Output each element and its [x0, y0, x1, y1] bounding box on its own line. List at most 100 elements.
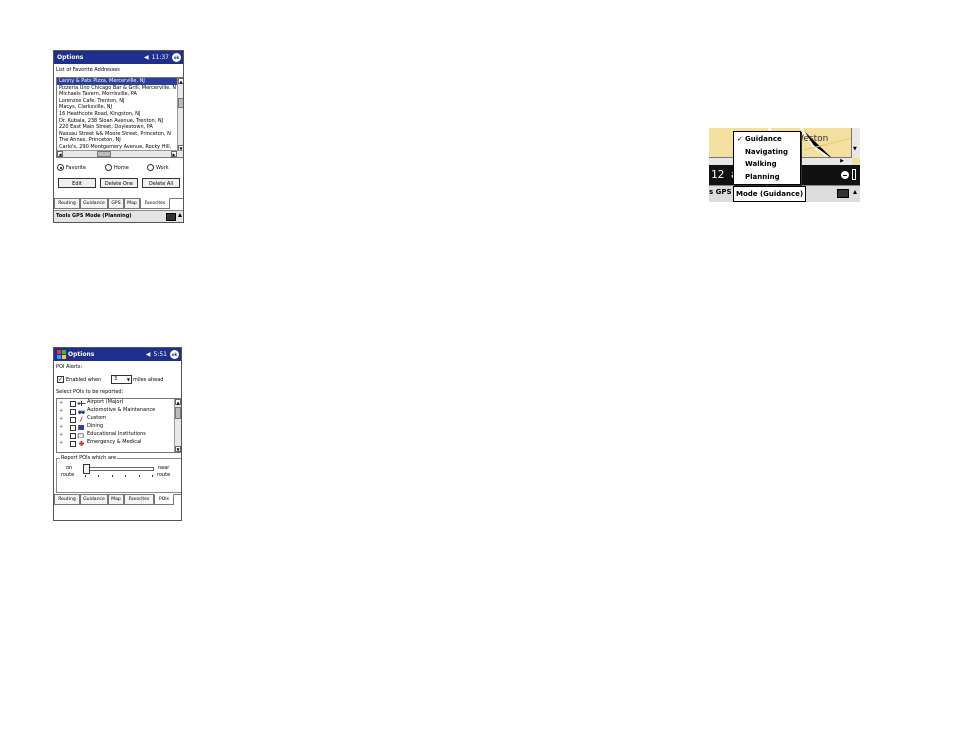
list-item[interactable]: Pizzeria Uno Chicago Bar & Grill, Mercer… — [57, 85, 177, 92]
scroll-right-icon[interactable]: ▶ — [840, 158, 844, 165]
tab-strip: Routing Guidance Map Favorites POIs — [54, 494, 181, 506]
enabled-label: Enabled when — [66, 377, 102, 383]
tab-favorites[interactable]: Favorites — [124, 494, 154, 505]
title-bar: Options ◀ 5:51 ok — [54, 348, 181, 361]
slider-thumb[interactable] — [83, 464, 90, 474]
menu-item-guidance[interactable]: ✓ Guidance — [734, 133, 800, 146]
scroll-down-icon[interactable]: ▼ — [175, 446, 181, 452]
tab-map[interactable]: Map — [124, 198, 140, 209]
chevron-down-icon: ▼ — [126, 377, 130, 382]
map-vertical-scrollbar[interactable]: ▼ — [851, 128, 860, 158]
horizontal-scrollbar[interactable]: ◀ ▶ — [57, 150, 183, 157]
ok-button[interactable]: ok — [172, 53, 181, 62]
expand-icon[interactable]: + — [59, 440, 63, 446]
slider-track[interactable] — [85, 467, 154, 471]
scroll-thumb-horizontal[interactable] — [97, 151, 111, 157]
list-item[interactable]: The Annex, Princeton, NJ — [57, 137, 177, 144]
menu-item-navigating[interactable]: Navigating — [734, 146, 800, 159]
input-arrow-icon[interactable] — [853, 190, 857, 194]
windows-flag-icon[interactable] — [57, 350, 66, 359]
scroll-up-icon[interactable]: ▲ — [178, 78, 183, 84]
input-arrow-icon[interactable] — [178, 213, 182, 217]
command-bar-text[interactable]: Tools GPS Mode (Planning) — [56, 213, 132, 219]
poi-checkbox[interactable] — [70, 433, 76, 439]
poi-item[interactable]: Emergency & Medical — [85, 439, 181, 446]
poi-checkbox[interactable] — [70, 441, 76, 447]
radio-home[interactable] — [105, 164, 112, 171]
poi-item[interactable]: Automotive & Maintenance — [85, 407, 181, 414]
list-item[interactable]: 220 East Main Street, Doylestown, PA — [57, 124, 177, 131]
ok-button[interactable]: ok — [170, 350, 179, 359]
tab-guidance[interactable]: Guidance — [80, 198, 108, 209]
tab-routing[interactable]: Routing — [54, 198, 80, 209]
menu-item-walking[interactable]: Walking — [734, 158, 800, 171]
miles-label: miles ahead — [133, 377, 164, 383]
keyboard-icon[interactable] — [166, 213, 176, 221]
expand-icon[interactable]: + — [59, 424, 63, 430]
list-item[interactable]: Michaels Tavern, Morrisville, PA — [57, 91, 177, 98]
scroll-up-icon[interactable]: ▲ — [175, 399, 181, 405]
poi-checkbox[interactable] — [70, 401, 76, 407]
delete-all-button[interactable]: Delete All — [142, 178, 180, 188]
scroll-left-icon[interactable]: ◀ — [57, 151, 63, 157]
gps-mode-popup-menu: ✓ Guidance Navigating Walking Planning — [733, 131, 801, 185]
slider-left-label-bottom: route — [61, 472, 75, 478]
menu-item-guidance-label: Guidance — [745, 135, 782, 143]
vertical-scrollbar[interactable]: ▲ ▼ — [174, 399, 181, 452]
list-item[interactable]: Dr. Kubala, 238 Sloan Avenue, Trenton, N… — [57, 118, 177, 125]
expand-icon[interactable]: + — [59, 432, 63, 438]
expand-icon[interactable]: + — [59, 408, 63, 414]
tab-pois[interactable]: POIs — [154, 494, 174, 505]
list-item[interactable]: Lorenzos Cafe, Trenton, NJ — [57, 98, 177, 105]
poi-tree[interactable]: + Airport (Major) + Automotive & Mainten… — [56, 398, 181, 453]
delete-one-button[interactable]: Delete One — [100, 178, 138, 188]
tab-routing[interactable]: Routing — [54, 494, 80, 505]
poi-checkbox[interactable] — [70, 417, 76, 423]
list-item[interactable]: 16 Heathcote Road, Kingston, NJ — [57, 111, 177, 118]
scroll-thumb[interactable] — [178, 98, 183, 108]
list-item[interactable]: Nassau Street && Moore Street, Princeton… — [57, 131, 177, 138]
scroll-down-icon[interactable]: ▼ — [853, 146, 857, 152]
tab-map[interactable]: Map — [108, 494, 124, 505]
gps-mode-menu-button[interactable]: Mode (Guidance) — [733, 186, 807, 202]
favorites-screenshot: Options ◀ 11:37 ok List of Favorite Addr… — [53, 50, 184, 223]
slider-left-label-top: on — [66, 465, 73, 471]
vertical-scrollbar[interactable]: ▲ ▼ — [177, 78, 183, 151]
list-item[interactable]: Lanny & Pats Pizza, Mercerville, NJ — [57, 78, 177, 85]
list-item[interactable]: Macys, Clarksville, NJ — [57, 104, 177, 111]
menu-item-planning[interactable]: Planning — [734, 171, 800, 184]
command-bar: Tools GPS Mode (Planning) — [54, 210, 183, 222]
select-pois-label: Select POIs to be reported: — [56, 389, 124, 395]
poi-item[interactable]: Custom — [85, 415, 181, 422]
tab-favorites[interactable]: Favorites — [140, 198, 170, 209]
scroll-thumb[interactable] — [175, 407, 181, 419]
edit-button[interactable]: Edit — [58, 178, 96, 188]
title-bar: Options ◀ 11:37 ok — [54, 51, 183, 64]
gps-mode-menu-screenshot: Weston ▼ ▶ 12 a s GPS Mode (Guidance) ✓ … — [709, 128, 860, 203]
tab-strip: Routing Guidance GPS Map Favorites — [54, 198, 183, 210]
scroll-right-icon[interactable]: ▶ — [171, 151, 177, 157]
poi-alerts-label: POI Alerts: — [56, 364, 83, 370]
poi-item[interactable]: Educational Institutions — [85, 431, 181, 438]
radio-work[interactable] — [147, 164, 154, 171]
status-clock: ◀ 11:37 — [143, 54, 169, 61]
expand-icon[interactable]: + — [59, 400, 63, 406]
enabled-checkbox[interactable]: ✓ — [57, 376, 64, 383]
poi-item[interactable]: Airport (Major) — [85, 399, 181, 406]
radio-favorite[interactable] — [57, 164, 64, 171]
favorites-list[interactable]: Lanny & Pats Pizza, Mercerville, NJ Pizz… — [56, 77, 183, 158]
tab-guidance[interactable]: Guidance — [80, 494, 108, 505]
slider-ticks — [85, 475, 153, 477]
keyboard-icon[interactable] — [837, 189, 849, 198]
poi-checkbox[interactable] — [70, 425, 76, 431]
poi-item[interactable]: Dining — [85, 423, 181, 430]
report-pois-label: Report POIs which are — [60, 455, 118, 461]
miles-select[interactable]: 3 ▼ — [111, 375, 132, 384]
slider-right-label-bottom: route — [157, 472, 171, 478]
command-bar: s GPS Mode (Guidance) — [709, 185, 860, 202]
command-bar-prefix[interactable]: s GPS — [709, 188, 732, 196]
favorites-list-label: List of Favorite Addresses — [56, 67, 120, 73]
tab-gps[interactable]: GPS — [108, 198, 124, 209]
poi-checkbox[interactable] — [70, 409, 76, 415]
expand-icon[interactable]: + — [59, 416, 63, 422]
